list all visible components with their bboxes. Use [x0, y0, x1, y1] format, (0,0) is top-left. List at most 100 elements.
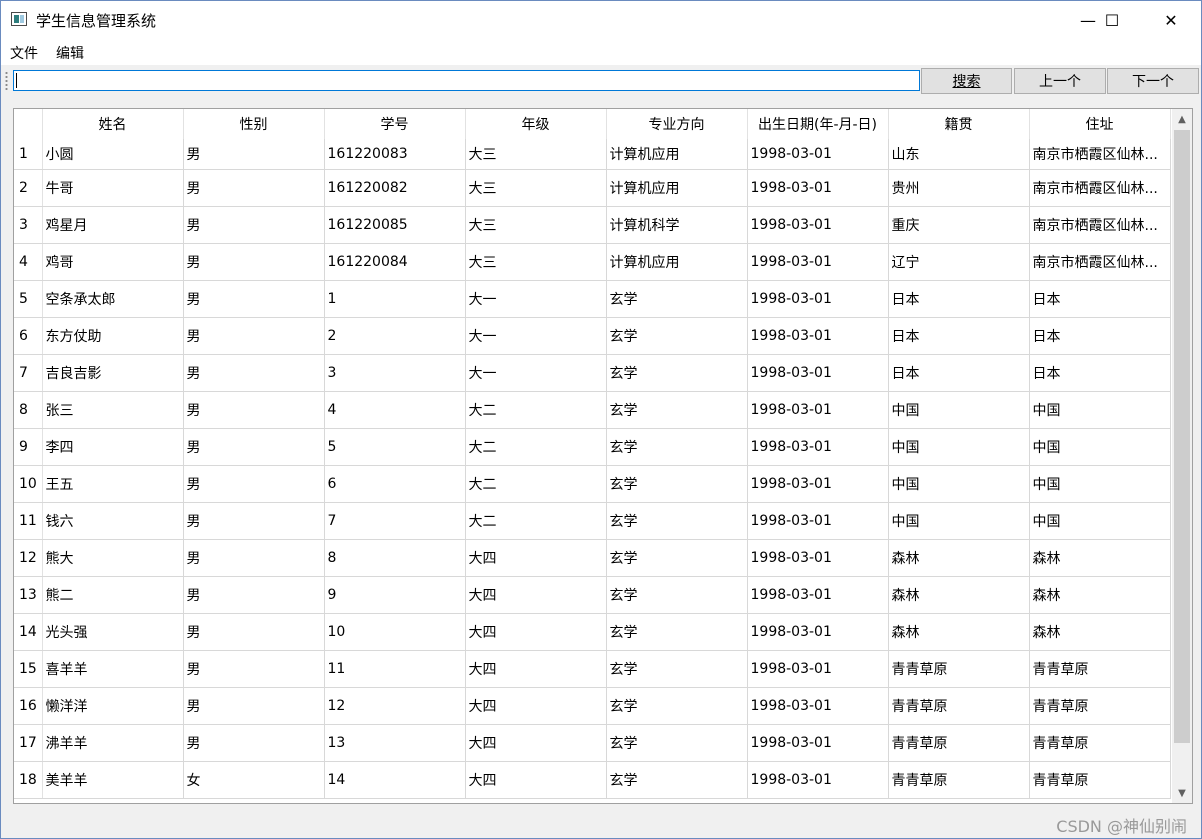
row-header[interactable]: 13: [14, 576, 43, 614]
cell-gender[interactable]: 男: [183, 428, 325, 466]
cell-address[interactable]: 青青草原: [1029, 761, 1171, 799]
cell-student-id[interactable]: 7: [324, 502, 466, 540]
cell-gender[interactable]: 男: [183, 139, 325, 170]
cell-hometown[interactable]: 青青草原: [888, 724, 1030, 762]
cell-grade[interactable]: 大四: [465, 761, 607, 799]
cell-birthdate[interactable]: 1998-03-01: [747, 761, 889, 799]
column-header-major[interactable]: 专业方向: [606, 109, 748, 139]
table-row[interactable]: 12 熊大男 8 大四 玄学 1998-03-01 森林 森林: [14, 539, 1171, 577]
search-button[interactable]: 搜索: [921, 68, 1012, 94]
cell-major[interactable]: 玄学: [606, 502, 748, 540]
table-row[interactable]: 15 喜羊羊男 11 大四 玄学 1998-03-01 青青草原 青青草原: [14, 650, 1171, 688]
cell-major[interactable]: 玄学: [606, 650, 748, 688]
cell-address[interactable]: 南京市栖霞区仙林...: [1029, 139, 1171, 170]
cell-student-id[interactable]: 161220085: [324, 206, 466, 244]
cell-major[interactable]: 玄学: [606, 354, 748, 392]
cell-address[interactable]: 青青草原: [1029, 724, 1171, 762]
cell-address[interactable]: 中国: [1029, 391, 1171, 429]
cell-name[interactable]: 美羊羊: [42, 761, 184, 799]
cell-name[interactable]: 钱六: [42, 502, 184, 540]
cell-grade[interactable]: 大三: [465, 169, 607, 207]
cell-birthdate[interactable]: 1998-03-01: [747, 317, 889, 355]
table-row[interactable]: 5 空条承太郎男 1 大一 玄学 1998-03-01 日本 日本: [14, 280, 1171, 318]
cell-gender[interactable]: 男: [183, 724, 325, 762]
cell-student-id[interactable]: 10: [324, 613, 466, 651]
table-row[interactable]: 4 鸡哥男 161220084 大三 计算机应用 1998-03-01 辽宁 南京市栖霞区仙林…: [14, 243, 1171, 281]
cell-gender[interactable]: 男: [183, 206, 325, 244]
cell-hometown[interactable]: 辽宁: [888, 243, 1030, 281]
cell-major[interactable]: 计算机应用: [606, 243, 748, 281]
cell-hometown[interactable]: 贵州: [888, 169, 1030, 207]
row-header[interactable]: 17: [14, 724, 43, 762]
cell-student-id[interactable]: 12: [324, 687, 466, 725]
search-input[interactable]: [13, 70, 920, 91]
cell-name[interactable]: 小圆: [42, 139, 184, 170]
cell-name[interactable]: 鸡星月: [42, 206, 184, 244]
next-button[interactable]: 下一个: [1107, 68, 1199, 94]
cell-address[interactable]: 森林: [1029, 613, 1171, 651]
column-header-birthdate[interactable]: 出生日期(年-月-日): [747, 109, 889, 139]
cell-major[interactable]: 玄学: [606, 280, 748, 318]
cell-grade[interactable]: 大三: [465, 206, 607, 244]
cell-student-id[interactable]: 8: [324, 539, 466, 577]
cell-grade[interactable]: 大一: [465, 354, 607, 392]
cell-grade[interactable]: 大四: [465, 539, 607, 577]
cell-major[interactable]: 计算机应用: [606, 139, 748, 170]
scroll-down-icon[interactable]: ▼: [1172, 783, 1192, 803]
cell-address[interactable]: 森林: [1029, 576, 1171, 614]
table-row[interactable]: 1 小圆男 161220083 大三 计算机应用 1998-03-01 山东 南京市栖霞区仙林…: [14, 139, 1171, 170]
table-row[interactable]: 9 李四男 5 大二 玄学 1998-03-01 中国 中国: [14, 428, 1171, 466]
cell-major[interactable]: 玄学: [606, 465, 748, 503]
cell-major[interactable]: 玄学: [606, 391, 748, 429]
table-row[interactable]: 16 懒洋洋男 12 大四 玄学 1998-03-01 青青草原 青青草原: [14, 687, 1171, 725]
cell-grade[interactable]: 大四: [465, 613, 607, 651]
cell-major[interactable]: 计算机科学: [606, 206, 748, 244]
row-header[interactable]: 15: [14, 650, 43, 688]
cell-gender[interactable]: 男: [183, 502, 325, 540]
cell-major[interactable]: 玄学: [606, 317, 748, 355]
cell-hometown[interactable]: 森林: [888, 539, 1030, 577]
cell-gender[interactable]: 男: [183, 243, 325, 281]
cell-name[interactable]: 东方仗助: [42, 317, 184, 355]
column-header-grade[interactable]: 年级: [465, 109, 607, 139]
cell-gender[interactable]: 男: [183, 280, 325, 318]
row-header[interactable]: 7: [14, 354, 43, 392]
cell-birthdate[interactable]: 1998-03-01: [747, 243, 889, 281]
column-header-student-id[interactable]: 学号: [324, 109, 466, 139]
cell-student-id[interactable]: 13: [324, 724, 466, 762]
table-row[interactable]: 7 吉良吉影男 3 大一 玄学 1998-03-01 日本 日本: [14, 354, 1171, 392]
row-header[interactable]: 11: [14, 502, 43, 540]
cell-grade[interactable]: 大三: [465, 243, 607, 281]
previous-button[interactable]: 上一个: [1014, 68, 1106, 94]
cell-grade[interactable]: 大二: [465, 502, 607, 540]
cell-address[interactable]: 南京市栖霞区仙林...: [1029, 243, 1171, 281]
cell-grade[interactable]: 大四: [465, 576, 607, 614]
cell-gender[interactable]: 男: [183, 317, 325, 355]
cell-major[interactable]: 玄学: [606, 724, 748, 762]
cell-hometown[interactable]: 山东: [888, 139, 1030, 170]
cell-name[interactable]: 吉良吉影: [42, 354, 184, 392]
cell-gender[interactable]: 男: [183, 391, 325, 429]
cell-name[interactable]: 熊大: [42, 539, 184, 577]
cell-address[interactable]: 日本: [1029, 354, 1171, 392]
vertical-scrollbar[interactable]: ▲ ▼: [1172, 109, 1192, 803]
row-header[interactable]: 9: [14, 428, 43, 466]
cell-birthdate[interactable]: 1998-03-01: [747, 139, 889, 170]
column-header-hometown[interactable]: 籍贯: [888, 109, 1030, 139]
cell-hometown[interactable]: 森林: [888, 613, 1030, 651]
cell-name[interactable]: 王五: [42, 465, 184, 503]
cell-student-id[interactable]: 5: [324, 428, 466, 466]
cell-student-id[interactable]: 161220082: [324, 169, 466, 207]
cell-grade[interactable]: 大三: [465, 139, 607, 170]
table-row[interactable]: 17 沸羊羊男 13 大四 玄学 1998-03-01 青青草原 青青草原: [14, 724, 1171, 762]
cell-major[interactable]: 玄学: [606, 428, 748, 466]
cell-grade[interactable]: 大二: [465, 428, 607, 466]
cell-name[interactable]: 沸羊羊: [42, 724, 184, 762]
cell-hometown[interactable]: 青青草原: [888, 761, 1030, 799]
cell-address[interactable]: 南京市栖霞区仙林...: [1029, 206, 1171, 244]
cell-major[interactable]: 计算机应用: [606, 169, 748, 207]
close-button[interactable]: ✕: [1148, 1, 1194, 39]
cell-hometown[interactable]: 日本: [888, 280, 1030, 318]
cell-birthdate[interactable]: 1998-03-01: [747, 465, 889, 503]
cell-birthdate[interactable]: 1998-03-01: [747, 428, 889, 466]
